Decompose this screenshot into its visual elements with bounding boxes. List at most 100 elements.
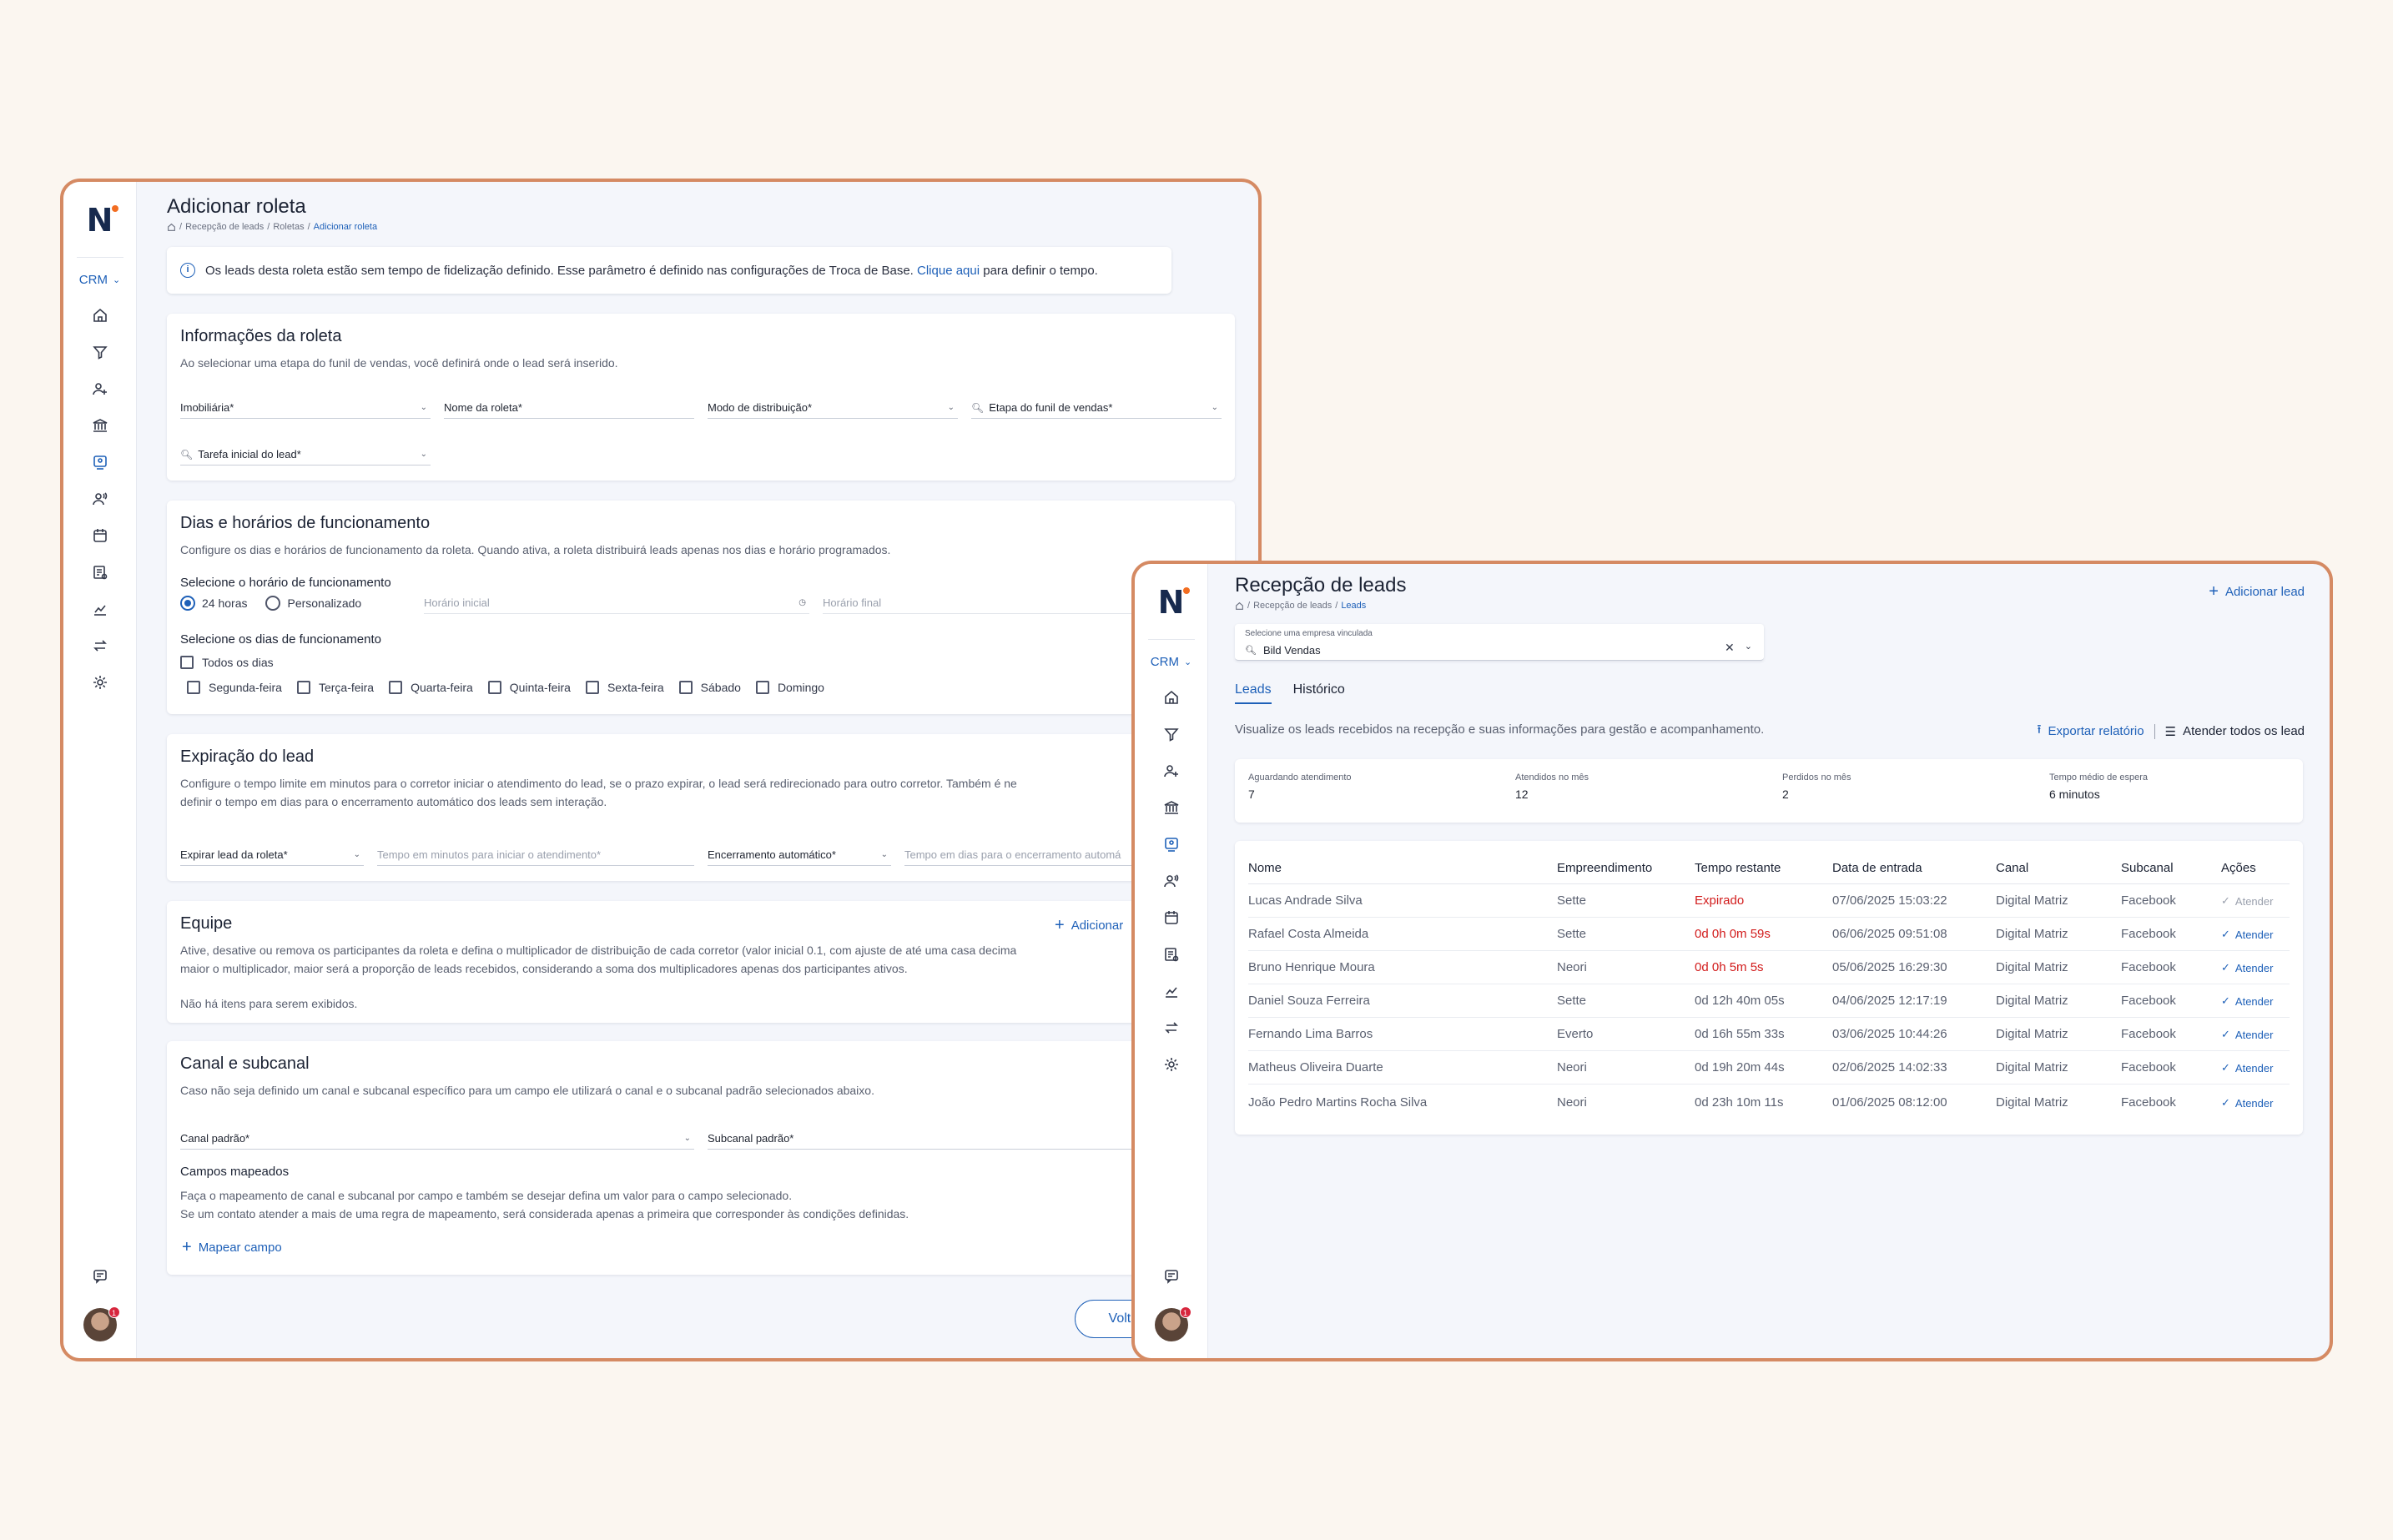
attend-button[interactable]: ✓ Atender [2221,1028,2273,1041]
col-header[interactable]: Tempo restante [1695,849,1832,884]
checkbox-wednesday[interactable]: Quarta-feira [389,681,473,694]
col-header[interactable]: Data de entrada [1832,849,1996,884]
add-lead-button[interactable]: + Adicionar lead [2209,582,2305,601]
table-row[interactable]: Lucas Andrade Silva Sette Expirado 07/06/2… [1248,883,2290,918]
tab-history[interactable]: Histórico [1293,682,1345,704]
table-header: Nome Empreendimento Tempo restante Data … [1248,849,2290,884]
clear-icon[interactable]: ✕ [1725,641,1735,655]
attend-button[interactable]: ✓ Atender [2221,994,2273,1008]
transfer-icon[interactable] [92,637,108,654]
gear-icon[interactable] [92,674,108,691]
initial-task-select[interactable]: 🔍︎ Tarefa inicial do lead* ⌄ [180,444,431,466]
add-participant-button[interactable]: + Adicionar [1055,916,1123,935]
crm-module-selector[interactable]: CRM ⌄ [1151,655,1191,669]
funnel-icon[interactable] [1163,726,1180,742]
attend-button[interactable]: ✓ Atender [2221,1096,2273,1110]
avatar[interactable]: 1 [1154,1306,1191,1341]
attend-all-button[interactable]: ☰ Atender todos os lead [2165,724,2305,739]
attend-button[interactable]: ✓ Atender [2221,961,2273,974]
radio-24h[interactable]: 24 horas [180,596,247,611]
col-header[interactable]: Empreendimento [1557,849,1695,884]
stat-avg-wait: Tempo médio de espera 6 minutos [2049,773,2149,801]
checkbox-thursday[interactable]: Quinta-feira [487,681,571,694]
define-time-link[interactable]: Clique aqui [917,264,980,278]
checkbox-saturday[interactable]: Sábado [678,681,741,694]
user-plus-icon[interactable] [92,380,108,397]
col-header[interactable]: Canal [1996,849,2121,884]
avatar[interactable]: 1 [83,1306,120,1341]
report-icon[interactable] [1163,946,1180,963]
cell-subchannel: Facebook [2121,1017,2221,1051]
table-row[interactable]: Rafael Costa Almeida Sette 0d 0h 0m 59s 06… [1248,917,2290,951]
team-card: Equipe + Adicionar Ative, desative ou rem… [167,901,1235,1023]
checkbox-monday[interactable]: Segunda-feira [187,681,282,694]
breadcrumb-item[interactable]: Recepção de leads [1253,601,1332,611]
roulette-name-input[interactable]: Nome da roleta* [444,397,694,419]
users-voice-icon[interactable] [1163,873,1180,889]
checkbox-friday[interactable]: Sexta-feira [585,681,664,694]
map-field-button[interactable]: + Mapear campo [182,1238,282,1257]
bank-icon[interactable] [92,417,108,434]
table-row[interactable]: Daniel Souza Ferreira Sette 0d 12h 40m 05… [1248,984,2290,1018]
calendar-icon[interactable] [92,527,108,544]
start-minutes-input[interactable]: Tempo em minutos para iniciar o atendime… [377,844,694,866]
radio-custom[interactable]: Personalizado [265,596,361,611]
home-icon[interactable] [1235,601,1244,611]
chart-icon[interactable] [1163,983,1180,999]
table-row[interactable]: Bruno Henrique Moura Neori 0d 0h 5m 5s 05/… [1248,950,2290,984]
expire-lead-select[interactable]: Expirar lead da roleta* ⌄ [180,844,364,866]
checkbox-all-days[interactable]: Todos os dias [180,656,274,669]
calendar-icon[interactable] [1163,909,1180,926]
col-header[interactable]: Subcanal [2121,849,2221,884]
breadcrumb-item[interactable]: Recepção de leads [185,222,264,232]
funnel-stage-select[interactable]: 🔍︎ Etapa do funil de vendas* ⌄ [971,397,1222,419]
gear-icon[interactable] [1163,1056,1180,1073]
cell-date: 01/06/2025 08:12:00 [1832,1095,1947,1110]
breadcrumb-item[interactable]: Roletas [273,222,304,232]
chevron-down-icon[interactable]: ⌄ [1745,641,1752,655]
cell-channel: Digital Matriz [1996,950,2121,984]
home-icon[interactable] [167,223,176,232]
home-icon[interactable] [1163,689,1180,706]
section-description: Caso não seja definido um canal e subcan… [180,1084,874,1097]
chat-icon[interactable] [1163,1268,1180,1285]
transfer-icon[interactable] [1163,1019,1180,1036]
start-time-input[interactable]: Horário inicial ◷ [424,592,809,614]
table-row[interactable]: Matheus Oliveira Duarte Neori 0d 19h 20m … [1248,1050,2290,1085]
chart-icon[interactable] [92,601,108,617]
checkbox-tuesday[interactable]: Terça-feira [296,681,374,694]
default-channel-select[interactable]: Canal padrão* ⌄ [180,1128,694,1150]
checkbox-sunday[interactable]: Domingo [755,681,824,694]
section-description: Configure o tempo limite em minutos para… [180,777,1017,808]
cell-project: Neori [1557,950,1695,984]
bank-icon[interactable] [1163,799,1180,816]
check-icon: ✓ [2221,928,2230,940]
distribution-mode-select[interactable]: Modo de distribuição* ⌄ [708,397,958,419]
export-report-button[interactable]: ⭱ Exportar relatório [2037,721,2144,742]
user-plus-icon[interactable] [1163,762,1180,779]
funnel-icon[interactable] [92,344,108,360]
attend-button[interactable]: ✓ Atender [2221,928,2273,941]
check-icon: ✓ [2221,994,2230,1007]
col-header[interactable]: Nome [1248,849,1557,884]
home-icon[interactable] [92,307,108,324]
tab-leads[interactable]: Leads [1235,682,1272,704]
chevron-down-icon: ⌄ [880,850,888,859]
lead-reception-icon[interactable] [1163,836,1180,853]
mapped-fields-title: Campos mapeados [180,1165,290,1179]
lead-reception-icon[interactable] [92,454,108,471]
notification-badge: 1 [108,1306,120,1318]
company-select[interactable]: Selecione uma empresa vinculada 🔍︎ Bild V… [1235,624,1764,661]
users-voice-icon[interactable] [92,491,108,507]
brand-logo[interactable]: N [80,200,120,240]
brand-logo[interactable]: N [1151,582,1191,622]
auto-close-select[interactable]: Encerramento automático* ⌄ [708,844,891,866]
report-icon[interactable] [92,564,108,581]
table-row[interactable]: Fernando Lima Barros Everto 0d 16h 55m 33… [1248,1017,2290,1051]
table-row[interactable]: João Pedro Martins Rocha Silva Neori 0d 2… [1248,1085,2290,1121]
chat-icon[interactable] [92,1268,108,1285]
crm-module-selector[interactable]: CRM ⌄ [79,273,120,287]
attend-button[interactable]: ✓ Atender [2221,1061,2273,1074]
nav-rail: N CRM ⌄ 1 [1135,564,1208,1358]
real-estate-select[interactable]: Imobiliária* ⌄ [180,397,431,419]
